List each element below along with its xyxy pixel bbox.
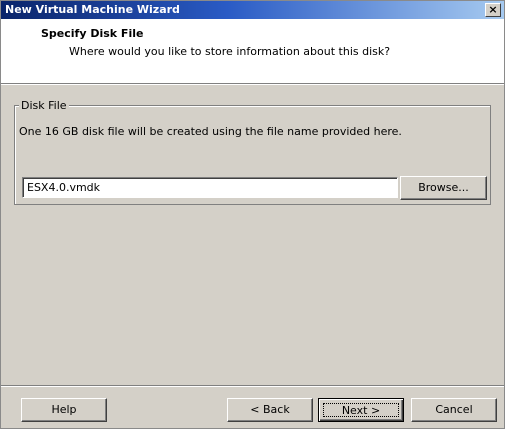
disk-file-name-input[interactable] bbox=[22, 177, 398, 198]
cancel-button[interactable]: Cancel bbox=[411, 398, 497, 422]
window-title: New Virtual Machine Wizard bbox=[5, 3, 180, 16]
disk-file-legend: Disk File bbox=[19, 99, 69, 112]
wizard-window: New Virtual Machine Wizard × Specify Dis… bbox=[0, 0, 505, 429]
back-button[interactable]: < Back bbox=[227, 398, 313, 422]
wizard-header: Specify Disk File Where would you like t… bbox=[1, 19, 504, 84]
title-bar[interactable]: New Virtual Machine Wizard × bbox=[1, 1, 504, 19]
page-title: Specify Disk File bbox=[41, 27, 144, 40]
close-button[interactable]: × bbox=[485, 3, 501, 17]
next-button[interactable]: Next > bbox=[318, 398, 404, 422]
disk-file-description: One 16 GB disk file will be created usin… bbox=[19, 125, 402, 138]
browse-button[interactable]: Browse... bbox=[400, 176, 487, 200]
close-icon: × bbox=[488, 3, 498, 16]
page-subtitle: Where would you like to store informatio… bbox=[69, 45, 391, 58]
header-divider bbox=[1, 84, 504, 85]
help-button[interactable]: Help bbox=[21, 398, 107, 422]
footer-divider-highlight bbox=[1, 386, 504, 387]
next-button-label: Next > bbox=[323, 403, 399, 417]
